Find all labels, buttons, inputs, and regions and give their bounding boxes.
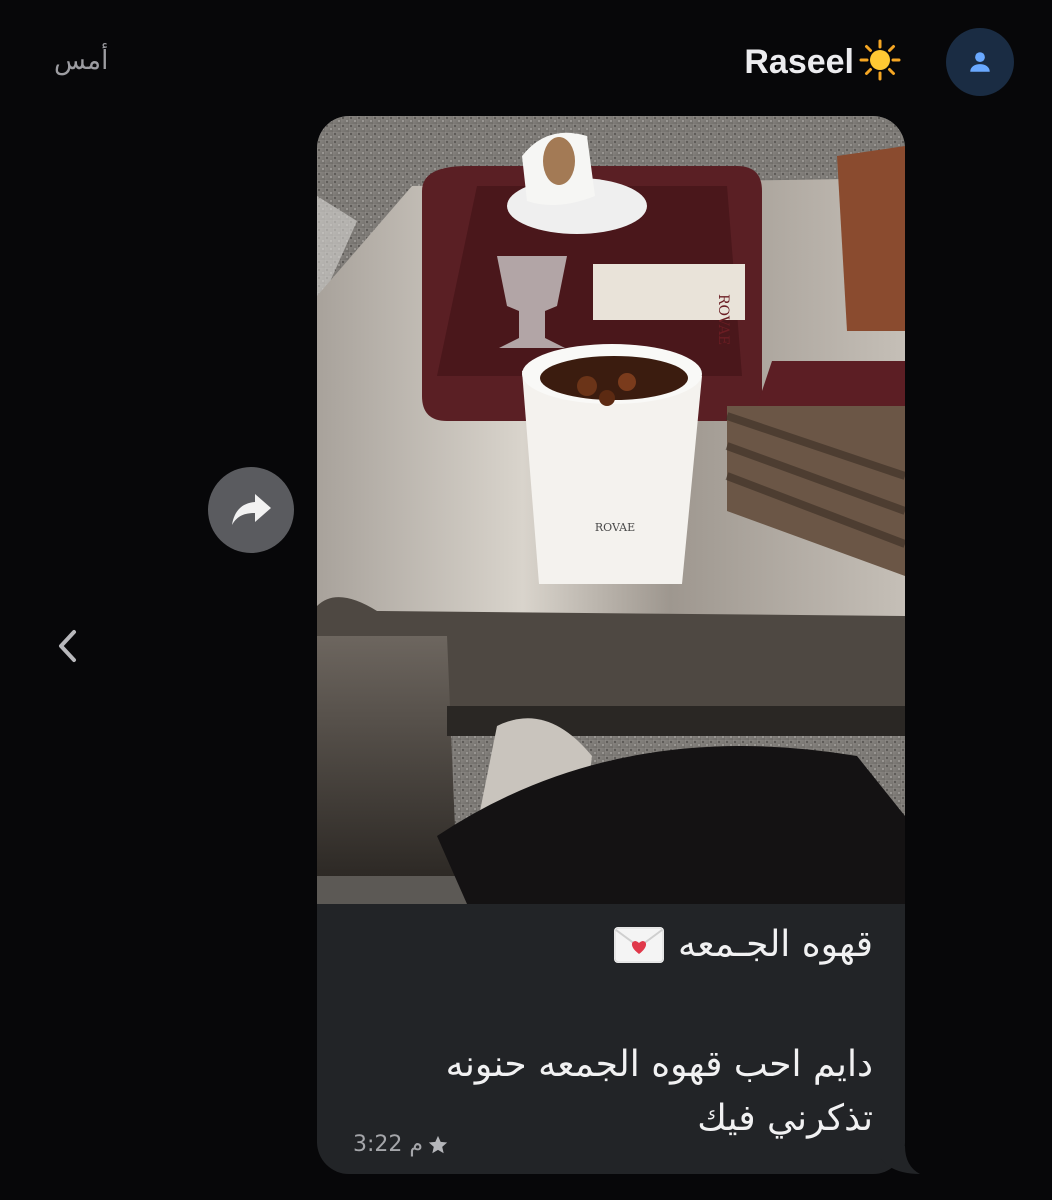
message-photo[interactable]: ROVAE ROVAE [317,116,905,904]
chevron-left-icon [59,630,76,662]
caption-title-row: قهوه الجـمعه [614,924,873,965]
caption-line-2: تذكرني فيك [697,1098,873,1139]
card-logo-text: ROVAE [715,294,731,345]
sun-emoji-icon [858,38,902,86]
love-letter-icon [614,926,665,963]
message-meta: 3:22 م [353,1132,449,1157]
bubble-tail [880,1146,920,1174]
conversation-header: أمس Raseel [0,0,1052,120]
share-forward-icon [232,494,271,525]
contact-title[interactable]: Raseel [744,38,902,86]
star-icon [428,1135,448,1153]
message-bubble[interactable]: ROVAE ROVAE قهوه الجـمعه دايم احب قهوه ا… [317,116,905,1174]
caption-title: قهوه الجـمعه [678,924,873,965]
contact-name: Raseel [744,42,854,81]
caption-line-1: دايم احب قهوه الجمعه حنونه [445,1044,873,1085]
date-label: أمس [54,46,109,76]
forward-button[interactable] [208,467,294,553]
message-caption: قهوه الجـمعه دايم احب قهوه الجمعه حنونه … [317,904,905,1174]
message-time: 3:22 م [353,1132,424,1157]
person-icon [970,52,990,72]
back-button[interactable] [50,626,86,666]
avatar[interactable] [946,28,1014,96]
cup-brand-text: ROVAE [595,521,635,534]
